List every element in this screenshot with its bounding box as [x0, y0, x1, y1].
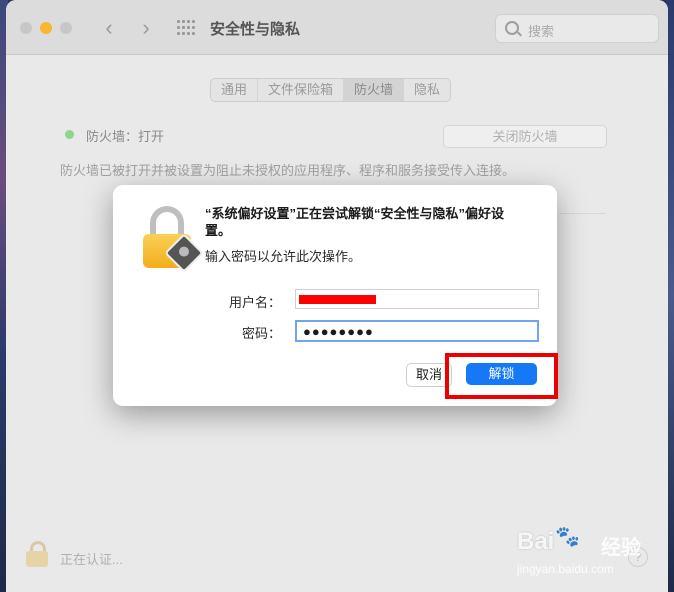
username-field[interactable] [295, 289, 539, 309]
dialog-message: 输入密码以允许此次操作。 [205, 249, 362, 264]
redaction-bar [299, 295, 376, 304]
turn-off-firewall-button[interactable]: 关闭防火墙 [443, 125, 607, 148]
tab-filevault[interactable]: 文件保险箱 [258, 79, 345, 101]
zoom-window-button[interactable] [60, 22, 72, 34]
tab-privacy[interactable]: 隐私 [404, 79, 450, 101]
password-label: 密码： [241, 326, 281, 341]
minimize-window-button[interactable] [40, 22, 52, 34]
firewall-status-indicator [65, 130, 74, 139]
padlock-icon [143, 206, 204, 273]
forward-chevron-icon[interactable]: › [134, 14, 158, 42]
firewall-description: 防火墙已被打开并被设置为阻止未授权的应用程序、程序和服务接受传入连接。 [60, 163, 516, 178]
username-label: 用户名： [228, 295, 281, 310]
auth-status-text: 正在认证... [60, 552, 123, 567]
search-icon [505, 21, 519, 35]
window-title: 安全性与隐私 [210, 21, 301, 38]
firewall-status-label: 防火墙：打开 [86, 129, 165, 144]
title-bar: ‹ › 安全性与隐私 搜索 [6, 0, 668, 55]
watermark-cn: 经验 [601, 537, 641, 559]
watermark-url: jingyan.baidu.com [517, 562, 614, 576]
watermark-brand: Bai [517, 528, 555, 555]
close-window-button[interactable] [20, 22, 32, 34]
annotation-highlight-box [445, 353, 558, 399]
tab-general[interactable]: 通用 [211, 79, 259, 101]
password-value: ●●●●●●●● [303, 324, 374, 339]
tab-firewall[interactable]: 防火墙 [344, 79, 405, 101]
password-field[interactable]: ●●●●●●●● [295, 320, 539, 342]
search-field[interactable]: 搜索 [495, 14, 659, 43]
search-placeholder: 搜索 [528, 24, 555, 39]
lock-icon[interactable] [26, 541, 48, 567]
dialog-title: “系统偏好设置”正在尝试解锁“安全性与隐私”偏好设置。 [205, 206, 505, 238]
back-chevron-icon[interactable]: ‹ [97, 14, 121, 42]
watermark: Bai 🐾 经验 jingyan.baidu.com [505, 522, 655, 580]
show-all-grid-icon[interactable] [177, 20, 195, 36]
tab-bar: 通用 文件保险箱 防火墙 隐私 [210, 78, 452, 102]
background-options-field [560, 195, 606, 214]
paw-icon: 🐾 [555, 526, 580, 548]
